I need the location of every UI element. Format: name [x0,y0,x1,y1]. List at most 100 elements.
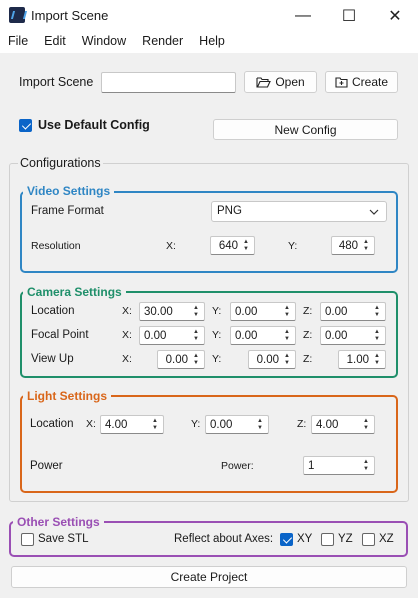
camera-viewup-z-spinbox[interactable]: 1.00 ▲ ▼ [338,350,386,369]
spin-arrows-icon[interactable]: ▲ ▼ [256,418,264,432]
chevron-down-icon [369,209,379,215]
spin-value: 0.00 [235,329,258,342]
camera-focal-x-spinbox[interactable]: 0.00 ▲ ▼ [139,326,205,345]
light-settings-title: Light Settings [23,389,111,403]
open-button[interactable]: Open [244,71,317,93]
spin-arrows-icon[interactable]: ▲ ▼ [373,329,381,343]
spin-arrows-icon[interactable]: ▲ ▼ [373,353,381,367]
resolution-label: Resolution [31,240,81,252]
spin-value: 0.00 [210,418,233,431]
camera-settings-title: Camera Settings [23,285,126,299]
resolution-x-value: 640 [218,239,238,252]
resolution-y-spinbox[interactable]: 480 ▲ ▼ [331,236,375,255]
spin-arrows-icon[interactable]: ▲ ▼ [283,329,291,343]
create-button[interactable]: Create [325,71,398,93]
menu-render[interactable]: Render [134,31,191,53]
other-settings-title: Other Settings [13,515,104,529]
new-config-label: New Config [274,122,337,137]
minimize-button[interactable]: — [280,0,326,31]
camera-axis-z-label: Z: [303,329,313,341]
spin-arrows-icon[interactable]: ▲ ▼ [192,353,200,367]
resolution-y-value: 480 [338,239,358,252]
spin-arrows-icon[interactable]: ▲ ▼ [242,239,250,253]
spin-arrows-icon[interactable]: ▲ ▼ [362,239,370,253]
close-button[interactable]: ✕ [372,0,418,31]
camera-focal-z-spinbox[interactable]: 0.00 ▲ ▼ [320,326,386,345]
use-default-config-checkbox[interactable] [19,119,32,132]
maximize-icon: ☐ [341,7,357,25]
light-location-y-spinbox[interactable]: 0.00 ▲ ▼ [205,415,269,434]
window-title: Import Scene [31,8,109,23]
reflect-xy-checkbox[interactable] [280,533,293,546]
light-settings-group [20,395,398,493]
new-folder-icon [335,77,348,88]
spin-arrows-icon[interactable]: ▲ ▼ [283,305,291,319]
frame-format-value: PNG [217,205,242,217]
menu-edit[interactable]: Edit [36,31,74,53]
reflect-xy-label: XY [297,533,313,545]
maximize-button[interactable]: ☐ [326,0,372,31]
light-z-label: Z: [297,418,307,430]
reflect-yz-checkbox[interactable] [321,533,334,546]
scene-path-input[interactable] [101,72,236,93]
close-icon: ✕ [388,7,402,25]
configurations-title: Configurations [18,156,103,170]
reflect-xz-label: XZ [379,533,394,545]
app-icon [9,7,25,23]
camera-axis-y-label: Y: [212,329,222,341]
light-power-spinbox[interactable]: 1 ▲ ▼ [303,456,375,475]
light-power-sub-label: Power: [221,460,254,472]
spin-arrows-icon[interactable]: ▲ ▼ [192,305,200,319]
menu-help[interactable]: Help [191,31,233,53]
resolution-x-spinbox[interactable]: 640 ▲ ▼ [210,236,255,255]
menu-file[interactable]: File [0,31,36,53]
minimize-icon: — [295,6,311,24]
light-location-z-spinbox[interactable]: 4.00 ▲ ▼ [311,415,375,434]
spin-arrows-icon[interactable]: ▲ ▼ [362,418,370,432]
spin-arrows-icon[interactable]: ▲ ▼ [151,418,159,432]
light-location-x-spinbox[interactable]: 4.00 ▲ ▼ [100,415,164,434]
camera-location-z-spinbox[interactable]: 0.00 ▲ ▼ [320,302,386,321]
menu-window[interactable]: Window [74,31,134,53]
spin-value: 1 [308,459,315,472]
camera-location-y-spinbox[interactable]: 0.00 ▲ ▼ [230,302,296,321]
camera-axis-x-label: X: [122,305,132,317]
new-config-button[interactable]: New Config [213,119,398,140]
save-stl-label: Save STL [38,533,89,545]
camera-location-x-spinbox[interactable]: 30.00 ▲ ▼ [139,302,205,321]
camera-viewup-x-spinbox[interactable]: 0.00 ▲ ▼ [157,350,205,369]
reflect-axes-label: Reflect about Axes: [174,533,274,545]
create-button-label: Create [351,75,389,89]
reflect-xz-checkbox[interactable] [362,533,375,546]
open-button-label: Open [275,75,305,89]
import-scene-label: Import Scene [19,75,94,89]
camera-axis-y-label: Y: [212,353,222,365]
camera-axis-z-label: Z: [303,305,313,317]
spin-value: 0.00 [165,353,188,366]
spin-value: 0.00 [325,329,348,342]
use-default-config-label: Use Default Config [38,118,150,132]
menu-bar: File Edit Window Render Help [0,31,418,53]
camera-focal-point-label: Focal Point [31,329,89,341]
camera-location-label: Location [31,305,75,317]
spin-value: 0.00 [325,305,348,318]
save-stl-checkbox[interactable] [21,533,34,546]
create-project-button[interactable]: Create Project [11,566,407,588]
camera-viewup-y-spinbox[interactable]: 0.00 ▲ ▼ [248,350,296,369]
spin-arrows-icon[interactable]: ▲ ▼ [373,305,381,319]
spin-value: 0.00 [256,353,279,366]
create-project-label: Create Project [170,570,248,584]
frame-format-label: Frame Format [31,205,104,217]
light-y-label: Y: [191,418,201,430]
light-power-label: Power [30,460,63,472]
resolution-x-label: X: [166,240,176,252]
frame-format-select[interactable]: PNG [211,201,387,222]
light-location-label: Location [30,418,74,430]
spin-value: 0.00 [235,305,258,318]
spin-arrows-icon[interactable]: ▲ ▼ [192,329,200,343]
folder-open-icon [256,77,272,88]
spin-arrows-icon[interactable]: ▲ ▼ [362,459,370,473]
spin-arrows-icon[interactable]: ▲ ▼ [283,353,291,367]
camera-focal-y-spinbox[interactable]: 0.00 ▲ ▼ [230,326,296,345]
spin-value: 30.00 [144,305,173,318]
